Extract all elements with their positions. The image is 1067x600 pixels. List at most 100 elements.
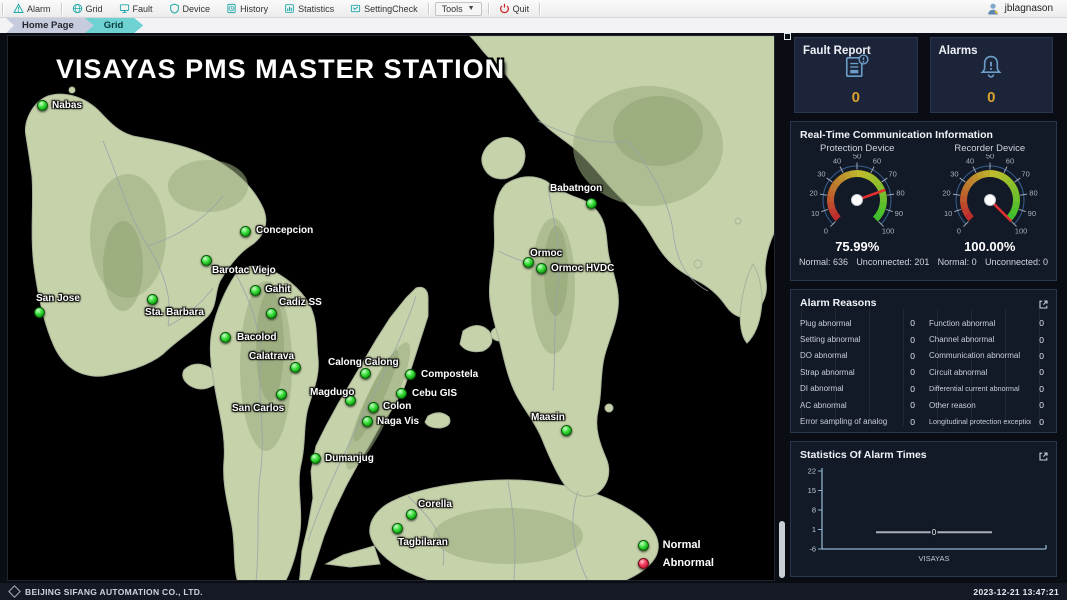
station-label: Cadiz SS <box>279 297 322 309</box>
alarm-reason-label: AC abnormal <box>800 401 847 410</box>
station-status-dot[interactable] <box>276 389 287 400</box>
station-status-dot[interactable] <box>310 453 321 464</box>
station-status-dot[interactable] <box>392 523 403 534</box>
station-status-dot[interactable] <box>240 226 251 237</box>
tab-home-page[interactable]: Home Page <box>6 18 94 33</box>
statistics-section: Statistics Of Alarm Times 221581-60VISAY… <box>790 441 1057 577</box>
visayas-map[interactable]: VISAYAS PMS MASTER STATION NabasConcepci… <box>7 35 775 581</box>
grid-button[interactable]: Grid <box>64 0 111 17</box>
power-icon <box>499 3 510 14</box>
alarm-reason-label: Channel abnormal <box>929 335 994 344</box>
fault-report-count: 0 <box>795 89 917 106</box>
station-status-dot[interactable] <box>406 509 417 520</box>
station-label: Ormoc <box>530 248 562 260</box>
station-label: Gahit <box>265 284 291 296</box>
station-label: Colon <box>383 401 411 413</box>
protection-normal-count: Normal: 636 <box>799 257 848 267</box>
alarm-button[interactable]: Alarm <box>5 0 59 17</box>
alarms-card[interactable]: Alarms 0 <box>930 37 1054 113</box>
gauge-label: Protection Device <box>795 143 919 154</box>
station-status-dot[interactable] <box>561 425 572 436</box>
gauge-value: 100.00% <box>928 239 1052 254</box>
station-status-dot[interactable] <box>147 294 158 305</box>
toolbar-separator <box>428 3 429 15</box>
alarm-reason-label: Communication abnormal <box>929 351 1020 360</box>
fault-report-icon <box>841 52 871 82</box>
clock: 2023-12-21 13:47:21 <box>973 587 1059 597</box>
alarm-reason-row: Circuit abnormal0 <box>929 364 1048 380</box>
top-toolbar: Alarm Grid Fault DeviceHistory Statistics Set… <box>0 0 1067 18</box>
station-label: Tagbilaran <box>398 537 448 549</box>
svg-text:20: 20 <box>942 189 950 198</box>
statistics-button[interactable]: Statistics <box>276 0 342 17</box>
user-menu[interactable]: jblagnason <box>986 2 1067 16</box>
station-status-dot[interactable] <box>362 416 373 427</box>
alarm-reason-row: AC abnormal0 <box>800 397 919 413</box>
svg-text:0: 0 <box>824 227 828 236</box>
fault-report-card[interactable]: Fault Report 0 <box>794 37 918 113</box>
alarm-reason-row: Differential current abnormal0 <box>929 381 1048 397</box>
expand-icon[interactable] <box>1038 297 1049 308</box>
alarm-reason-row: Function abnormal0 <box>929 315 1048 331</box>
alarm-reason-row: Plug abnormal0 <box>800 315 919 331</box>
expand-icon[interactable] <box>1038 449 1049 460</box>
svg-text:0: 0 <box>931 528 936 537</box>
alarm-reason-value: 0 <box>910 417 919 427</box>
protection-unconnected-count: Unconnected: 201 <box>856 257 929 267</box>
station-status-dot[interactable] <box>586 198 597 209</box>
quit-button[interactable]: Quit <box>491 0 538 17</box>
station-label: San Jose <box>36 293 80 305</box>
protection-device-gauge: Protection Device 0102030405060708090100… <box>795 143 919 254</box>
svg-text:70: 70 <box>889 170 897 179</box>
alarm-reason-label: Other reason <box>929 401 976 410</box>
fault-label: Fault <box>133 4 153 14</box>
legend-normal-label: Normal <box>663 539 701 551</box>
station-status-dot[interactable] <box>37 100 48 111</box>
gauge-chart: 0102030405060708090100 <box>795 154 919 238</box>
station-status-dot[interactable] <box>405 369 416 380</box>
history-button[interactable]: History <box>218 0 276 17</box>
station-status-dot[interactable] <box>266 308 277 319</box>
station-status-dot[interactable] <box>201 255 212 266</box>
gauge-value: 75.99% <box>795 239 919 254</box>
scrollbar-thumb[interactable] <box>779 521 785 578</box>
svg-text:8: 8 <box>811 506 815 515</box>
alarm-reason-value: 0 <box>910 351 919 361</box>
alarm-reason-row: Communication abnormal0 <box>929 348 1048 364</box>
alarm-reason-row: Channel abnormal0 <box>929 331 1048 347</box>
station-status-dot[interactable] <box>368 402 379 413</box>
alarm-reason-value: 0 <box>1039 367 1048 377</box>
statistics-label: Statistics <box>298 4 334 14</box>
alarm-reason-row: Strap abnormal0 <box>800 364 919 380</box>
tab-bar: Home Page Grid <box>0 18 1067 33</box>
collapse-panel-button[interactable] <box>784 33 791 40</box>
alarm-icon <box>13 3 24 14</box>
recorder-device-gauge: Recorder Device 0102030405060708090100 1… <box>928 143 1052 254</box>
alarm-reason-label: Longitudinal protection exception <box>929 417 1031 426</box>
legend-abnormal-label: Abnormal <box>663 557 714 569</box>
station-status-dot[interactable] <box>536 263 547 274</box>
station-status-dot[interactable] <box>360 368 371 379</box>
rtci-section: Real-Time Communication Information Prot… <box>790 121 1057 281</box>
station-status-dot[interactable] <box>396 388 407 399</box>
station-status-dot[interactable] <box>220 332 231 343</box>
map-legend: Normal Abnormal <box>638 536 714 572</box>
alarm-times-chart: 221581-60VISAYAS <box>796 463 1052 567</box>
alarm-reason-value: 0 <box>1039 318 1048 328</box>
main-content: VISAYAS PMS MASTER STATION NabasConcepci… <box>0 33 1067 583</box>
station-status-dot[interactable] <box>34 307 45 318</box>
station-label: Maasin <box>531 412 565 424</box>
alarm-reason-value: 0 <box>910 367 919 377</box>
alarm-reason-label: Error sampling of analog <box>800 417 887 426</box>
map-terrain <box>8 36 775 581</box>
settingcheck-button[interactable]: SettingCheck <box>342 0 426 17</box>
tools-menu-button[interactable]: Tools ▼ <box>435 2 482 16</box>
svg-text:80: 80 <box>1029 189 1037 198</box>
station-status-dot[interactable] <box>290 362 301 373</box>
settingcheck-icon <box>350 3 361 14</box>
settingcheck-label: SettingCheck <box>364 4 418 14</box>
fault-icon <box>119 3 130 14</box>
device-button[interactable]: Device <box>161 0 219 17</box>
fault-button[interactable]: Fault <box>111 0 161 17</box>
station-status-dot[interactable] <box>250 285 261 296</box>
